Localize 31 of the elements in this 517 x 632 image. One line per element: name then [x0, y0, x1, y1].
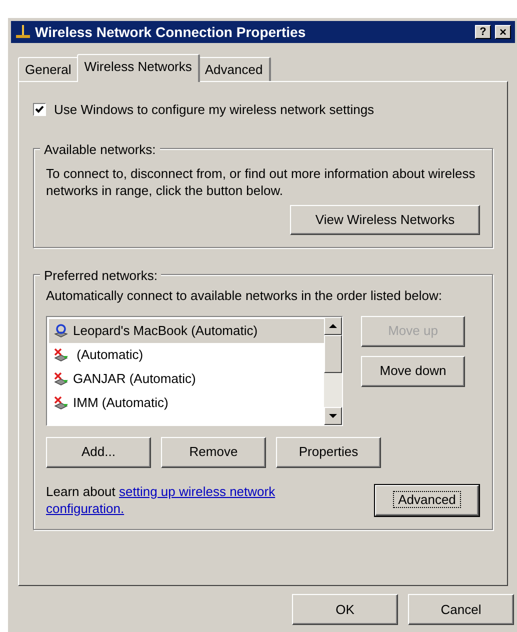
network-list-item[interactable]: GANJAR (Automatic)	[49, 366, 324, 390]
network-unavailable-icon	[53, 346, 69, 362]
tab[interactable]: Wireless Networks	[77, 54, 200, 82]
network-unavailable-icon	[53, 370, 69, 386]
ok-button[interactable]: OK	[292, 594, 398, 625]
scroll-down-icon	[329, 414, 337, 418]
network-list-item[interactable]: Leopard's MacBook (Automatic)	[49, 318, 324, 342]
scroll-up-icon	[329, 324, 337, 328]
learn-about-text: Learn about setting up wireless network configuration.	[46, 482, 276, 516]
checkbox-label: Use Windows to configure my wireless network settings	[54, 101, 374, 119]
network-list-item[interactable]: (Automatic)	[49, 342, 324, 366]
checkbox[interactable]	[33, 103, 46, 116]
advanced-button[interactable]: Advanced	[375, 484, 479, 516]
move-down-button[interactable]: Move down	[361, 356, 465, 386]
help-button[interactable]: ?	[475, 25, 491, 39]
tab[interactable]: Advanced	[198, 57, 271, 81]
list-action-button[interactable]: Remove	[161, 436, 266, 468]
network-connected-icon	[53, 322, 69, 338]
view-wireless-networks-button[interactable]: View Wireless Networks	[290, 204, 480, 234]
tab[interactable]: General	[18, 57, 80, 81]
list-action-button[interactable]: Add...	[46, 436, 151, 468]
preferred-networks-description: Automatically connect to available networks in the order listed below:	[46, 286, 443, 304]
scrollbar[interactable]	[324, 316, 342, 424]
available-networks-description: To connect to, disconnect from, or find out more information about wireless networks in range, click the button below.	[46, 164, 476, 198]
network-list-item[interactable]: IMM (Automatic)	[49, 390, 324, 414]
close-button[interactable]: ×	[495, 25, 511, 39]
list-action-button[interactable]: Properties	[276, 436, 381, 468]
network-icon	[15, 24, 31, 40]
cancel-button[interactable]: Cancel	[408, 594, 514, 625]
network-unavailable-icon	[53, 394, 69, 410]
window-title: Wireless Network Connection Properties	[35, 22, 307, 42]
